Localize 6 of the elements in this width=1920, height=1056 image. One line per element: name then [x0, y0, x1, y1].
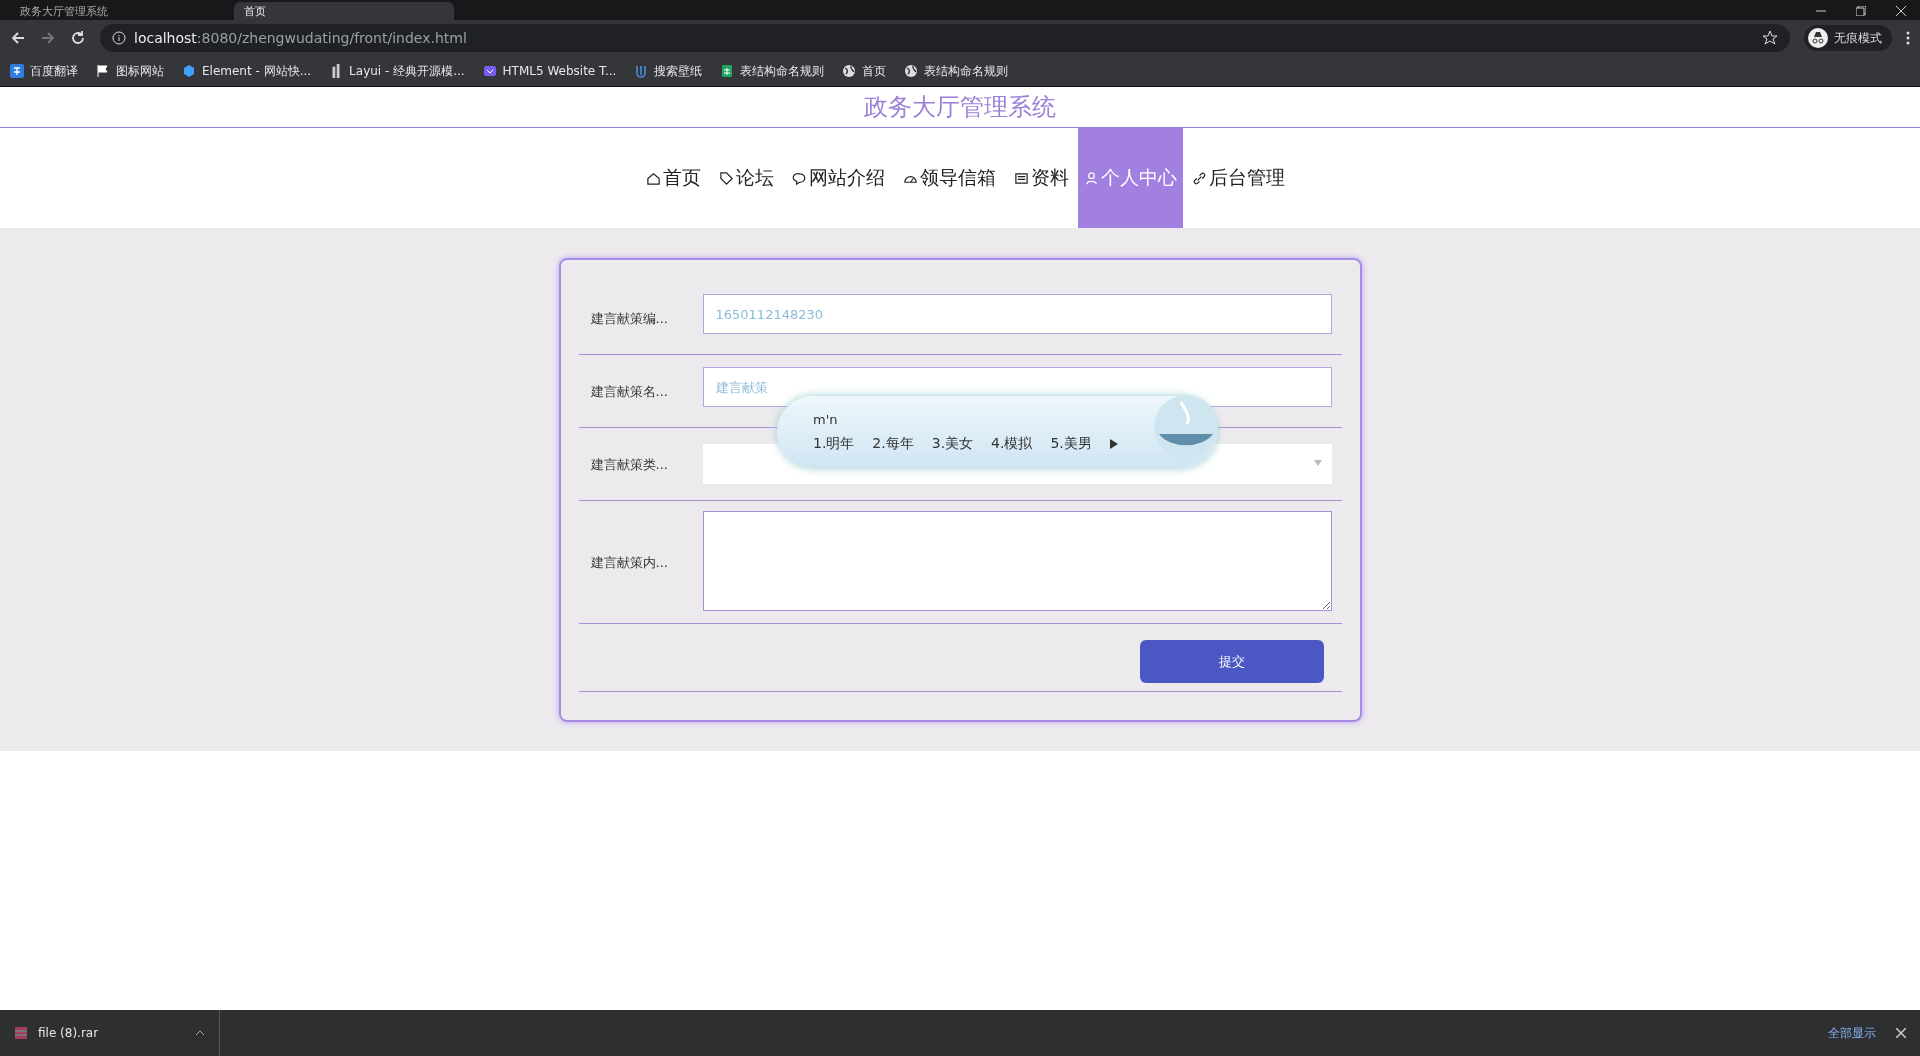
ime-composition: m'n — [813, 411, 839, 427]
site-title: 政务大厅管理系统 — [0, 87, 1920, 128]
field-label: 建言献策编... — [589, 310, 669, 328]
field-label: 建言献策类... — [589, 456, 669, 474]
field-label: 建言献策名... — [589, 383, 669, 401]
field-label: 建言献策内... — [589, 554, 669, 572]
